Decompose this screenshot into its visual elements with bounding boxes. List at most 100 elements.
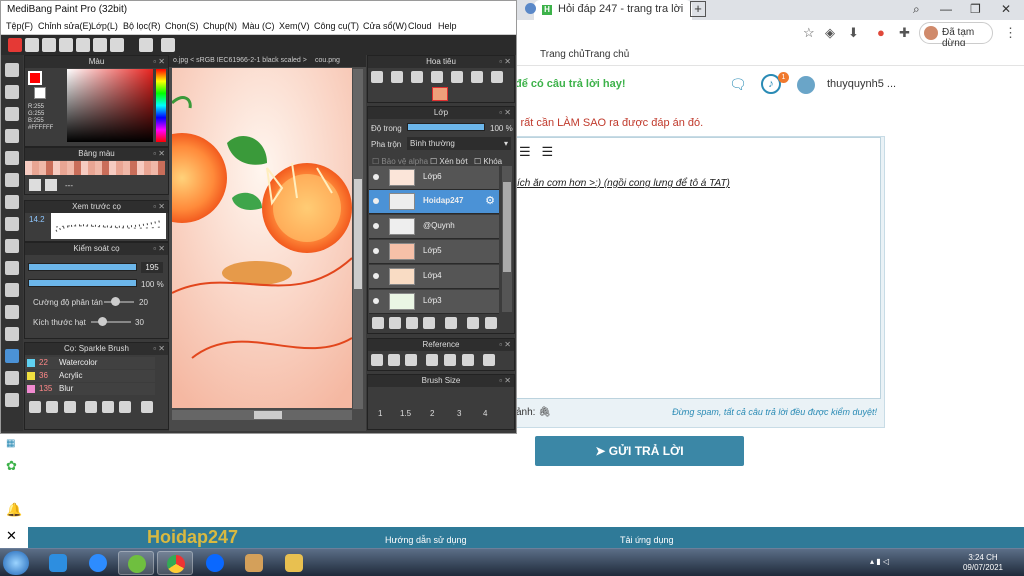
- taskbar-explorer[interactable]: [276, 551, 312, 575]
- menu-window[interactable]: Cửa sổ(W): [363, 21, 407, 31]
- magic-wand-icon[interactable]: [5, 283, 19, 297]
- save-icon[interactable]: [59, 38, 73, 52]
- nav-zoom-icon[interactable]: [371, 71, 383, 83]
- canvas-vscroll-thumb[interactable]: [354, 179, 362, 289]
- extension-color-icon[interactable]: ●: [877, 25, 885, 40]
- nav-zoom-out-icon[interactable]: [411, 71, 423, 83]
- eye-icon[interactable]: [373, 198, 379, 204]
- redo-icon[interactable]: [161, 38, 175, 52]
- tab-hoidap[interactable]: H Hỏi đáp 247 - trang tra lời: [534, 0, 692, 20]
- submit-answer-button[interactable]: ➤ GỬI TRẢ LỜI: [535, 436, 744, 466]
- eye-icon[interactable]: [373, 248, 379, 254]
- layer-new-halftone-icon[interactable]: [389, 317, 401, 329]
- start-button[interactable]: [3, 551, 29, 575]
- layer-folder-icon[interactable]: [445, 317, 457, 329]
- navigator-thumbnail[interactable]: [432, 87, 448, 101]
- brush-size-2[interactable]: 2: [430, 409, 434, 418]
- menu-file[interactable]: Tệp(F): [6, 21, 33, 31]
- layer-row-lop4[interactable]: Lớp4: [369, 265, 499, 289]
- editor-area[interactable]: ☰ ☰ ích ăn cơm hơn >:) (ngồi cong lưng đ…: [516, 137, 881, 399]
- particle-knob[interactable]: [98, 317, 107, 326]
- download-icon[interactable]: ⬇: [848, 25, 859, 41]
- clip-checkbox[interactable]: ☐ Xén bớt: [430, 157, 468, 166]
- chat-icon[interactable]: 🗨: [729, 76, 747, 93]
- calendar-icon[interactable]: ▦: [6, 438, 15, 449]
- menu-dots-icon[interactable]: ⋮: [1004, 25, 1017, 41]
- canvas-tab-2[interactable]: cou.png: [315, 57, 340, 64]
- menu-tools[interactable]: Công cụ(T): [314, 21, 359, 31]
- layer-scroll-thumb[interactable]: [503, 182, 511, 272]
- align-justify-icon[interactable]: ☰: [542, 144, 554, 159]
- new-tab-button[interactable]: +: [690, 1, 706, 17]
- new-doc-icon[interactable]: [25, 38, 39, 52]
- brush-size-4[interactable]: 4: [483, 409, 487, 418]
- eraser-tool-icon[interactable]: [5, 85, 19, 99]
- align-right-icon[interactable]: ☰: [519, 144, 531, 159]
- color-field[interactable]: [67, 69, 153, 142]
- taskbar-coccoc[interactable]: [118, 551, 154, 575]
- comment-icon[interactable]: [42, 38, 56, 52]
- menu-color[interactable]: Màu (C): [242, 21, 275, 31]
- brush-copy-icon[interactable]: [46, 401, 58, 413]
- size-value[interactable]: 195: [141, 262, 163, 273]
- artwork[interactable]: [172, 68, 352, 408]
- taskbar-paint[interactable]: [236, 551, 272, 575]
- taskbar-ie[interactable]: [40, 551, 76, 575]
- layer-row-quynh[interactable]: @Quynh: [369, 215, 499, 239]
- opacity-slider[interactable]: [28, 279, 137, 287]
- eye-icon[interactable]: [373, 298, 379, 304]
- username[interactable]: thuyquynh5 ...: [827, 78, 896, 90]
- menu-layer[interactable]: Lớp(L): [91, 21, 118, 31]
- layer-row-lop3[interactable]: Lớp3: [369, 290, 499, 314]
- brush-tool-icon[interactable]: [5, 63, 19, 77]
- brush-folder2-icon[interactable]: [119, 401, 131, 413]
- eye-icon[interactable]: [373, 174, 379, 180]
- layer-row-lop6[interactable]: Lớp6: [369, 166, 499, 190]
- eyedropper-icon[interactable]: [5, 393, 19, 407]
- layer-new-8bit-icon[interactable]: [406, 317, 418, 329]
- layer-copy-icon[interactable]: [467, 317, 479, 329]
- text-tool-icon[interactable]: [5, 349, 19, 363]
- user-avatar[interactable]: [797, 76, 815, 94]
- brush-item-acrylic[interactable]: 36 Acrylic: [25, 370, 155, 382]
- brush-size-3[interactable]: 3: [457, 409, 461, 418]
- foreground-color-swatch[interactable]: [28, 71, 42, 85]
- close-doc-icon[interactable]: [8, 38, 22, 52]
- clock[interactable]: 3:24 CH 09/07/2021: [962, 553, 1004, 573]
- canvas-tab-1[interactable]: o.jpg < sRGB IEC61966-2-1 black scaled >: [173, 57, 307, 64]
- nav-fit-icon[interactable]: [431, 71, 443, 83]
- nav-reset-icon[interactable]: [471, 71, 483, 83]
- answer-text[interactable]: ích ăn cơm hơn >:) (ngồi cong lưng để tô…: [517, 178, 730, 189]
- nav-rotate-icon[interactable]: [451, 71, 463, 83]
- palette-add-icon[interactable]: [29, 179, 41, 191]
- brush-size-1[interactable]: 1: [378, 409, 382, 418]
- brush-item-watercolor[interactable]: 22 Watercolor: [25, 357, 155, 369]
- profile-button[interactable]: Đã tạm dừng: [919, 22, 993, 49]
- brush-size-1-5[interactable]: 1.5: [400, 409, 411, 418]
- ref-zoom-out-icon[interactable]: [462, 354, 474, 366]
- close-button[interactable]: ✕: [1001, 2, 1011, 16]
- select-eraser-icon[interactable]: [5, 327, 19, 341]
- palette-delete-icon[interactable]: [45, 179, 57, 191]
- layer-merge-icon[interactable]: [485, 317, 497, 329]
- menu-capture[interactable]: Chụp(N): [203, 21, 237, 31]
- canvas-vertical-scrollbar[interactable]: [353, 69, 363, 409]
- select-tool-icon[interactable]: [5, 239, 19, 253]
- taskbar-chrome[interactable]: [157, 551, 193, 575]
- brush-menu-icon[interactable]: [64, 401, 76, 413]
- grid2-icon[interactable]: [110, 38, 124, 52]
- ref-add-icon[interactable]: [371, 354, 383, 366]
- blend-select[interactable]: Bình thường ▾: [407, 137, 511, 150]
- menu-filter[interactable]: Bộ lọc(R): [123, 21, 161, 31]
- eye-icon[interactable]: [373, 223, 379, 229]
- menu-select[interactable]: Chọn(S): [165, 21, 199, 31]
- close-side-icon[interactable]: ✕: [6, 528, 17, 544]
- select-pen-icon[interactable]: [5, 305, 19, 319]
- gear-icon[interactable]: ⚙: [485, 194, 495, 207]
- bucket-tool-icon[interactable]: [5, 195, 19, 209]
- background-color-swatch[interactable]: [34, 87, 46, 99]
- leaf-icon[interactable]: ✿: [6, 458, 17, 474]
- gradient-tool-icon[interactable]: [5, 217, 19, 231]
- shield-icon[interactable]: ◈: [825, 25, 835, 41]
- paperclip-icon[interactable]: 🖇: [538, 407, 551, 418]
